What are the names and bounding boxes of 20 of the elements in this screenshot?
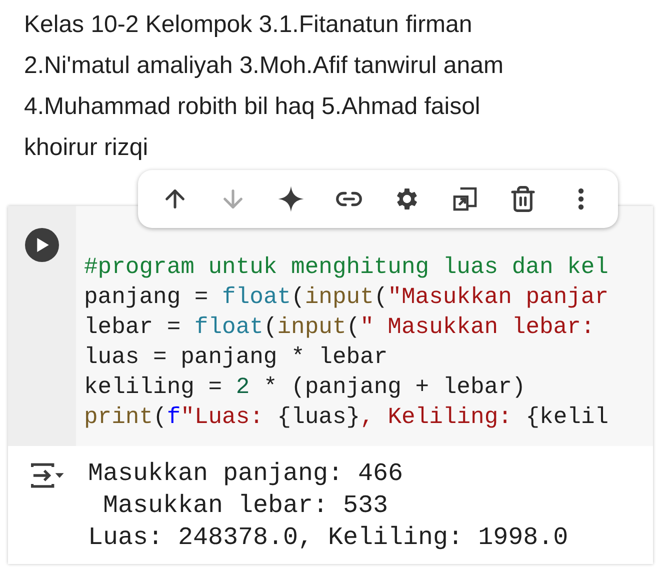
more-icon [578,188,584,210]
code-line: #program untuk menghitung luas dan kel [84,253,609,282]
output-toggle-icon [31,462,65,489]
code-line: print(f"Luas: {luas}, Keliling: {kelil [84,403,609,432]
trash-icon [509,185,537,213]
copy-to-window-icon [451,185,479,213]
output-line: Masukkan lebar: 533 [102,490,390,522]
paragraph-line: 4.Muhammad robith bil haq 5.Ahmad faisol [24,92,482,122]
sparkle-icon [277,185,305,213]
code-line: lebar = float(input(" Masukkan lebar: [84,313,596,342]
run-button[interactable] [25,228,59,262]
code-line: luas = panjang * lebar [84,343,389,372]
paragraph-line: 2.Ni'matul amaliyah 3.Moh.Afif tanwirul anam [24,51,504,81]
play-icon [36,238,50,252]
code-line: keliling = 2 * (panjang + lebar) [84,373,527,402]
paragraph-line: Kelas 10-2 Kelompok 3.1.Fitanatun firman [24,10,474,40]
paragraph-line: khoirur rizqi [24,133,150,163]
output-line: Luas: 248378.0, Keliling: 1998.0 [88,522,568,554]
code-line: panjang = float(input("Masukkan panjar [84,283,609,312]
output-line: Masukkan panjang: 466 [88,458,404,490]
